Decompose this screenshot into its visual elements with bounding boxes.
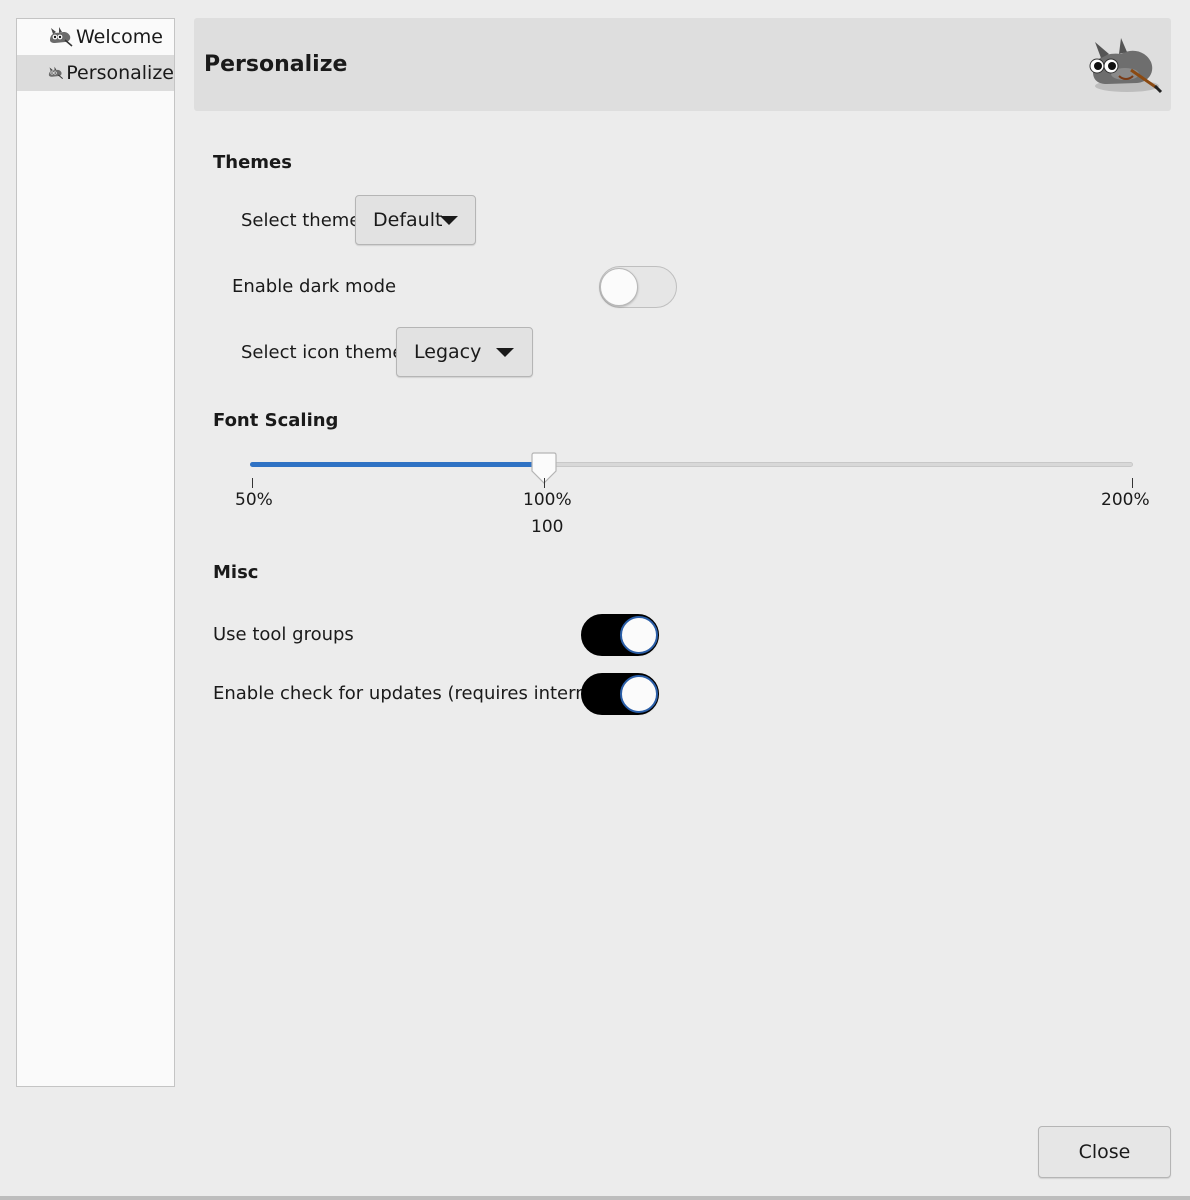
select-icon-theme-label: Select icon theme [241, 342, 404, 363]
slider-min-label: 50% [235, 490, 273, 510]
toggle-knob [620, 675, 658, 713]
gimp-mascot-icon [50, 27, 73, 47]
check-updates-toggle[interactable] [581, 673, 659, 715]
toggle-knob [620, 616, 658, 654]
toggle-knob [600, 268, 638, 306]
font-scale-slider-fill [250, 462, 544, 467]
tool-groups-toggle[interactable] [581, 614, 659, 656]
select-theme-label: Select theme [241, 210, 361, 231]
gimp-wilber-logo [1089, 38, 1163, 94]
slider-tick-max [1132, 478, 1133, 488]
slider-mid-label: 100% [523, 490, 572, 510]
chevron-down-icon [496, 348, 514, 357]
check-updates-label: Enable check for updates (requires inter… [213, 683, 612, 704]
sidebar-item-personalize[interactable]: Personalize [17, 55, 174, 91]
misc-section-title: Misc [213, 562, 259, 583]
slider-max-label: 200% [1101, 490, 1150, 510]
tool-groups-label: Use tool groups [213, 624, 354, 645]
font-scaling-section-title: Font Scaling [213, 410, 339, 431]
page-title: Personalize [204, 52, 348, 77]
page-header: Personalize [194, 18, 1171, 111]
gimp-mascot-icon [48, 66, 63, 79]
icon-theme-select[interactable]: Legacy [396, 327, 533, 377]
chevron-down-icon [440, 216, 458, 225]
theme-select[interactable]: Default [355, 195, 476, 245]
icon-theme-select-value: Legacy [414, 341, 482, 363]
themes-section-title: Themes [213, 152, 292, 173]
sidebar-item-label: Personalize [66, 62, 174, 84]
slider-value-label: 100 [531, 517, 564, 537]
theme-select-value: Default [373, 209, 443, 231]
sidebar: Welcome Personalize [16, 18, 175, 1087]
dark-mode-toggle[interactable] [599, 266, 677, 308]
slider-tick-min [252, 478, 253, 488]
close-button[interactable]: Close [1038, 1126, 1171, 1178]
dark-mode-label: Enable dark mode [232, 276, 397, 297]
slider-tick-mid [544, 478, 545, 488]
window-bottom-border [0, 1196, 1190, 1200]
sidebar-item-welcome[interactable]: Welcome [17, 19, 174, 55]
sidebar-item-label: Welcome [76, 26, 163, 48]
